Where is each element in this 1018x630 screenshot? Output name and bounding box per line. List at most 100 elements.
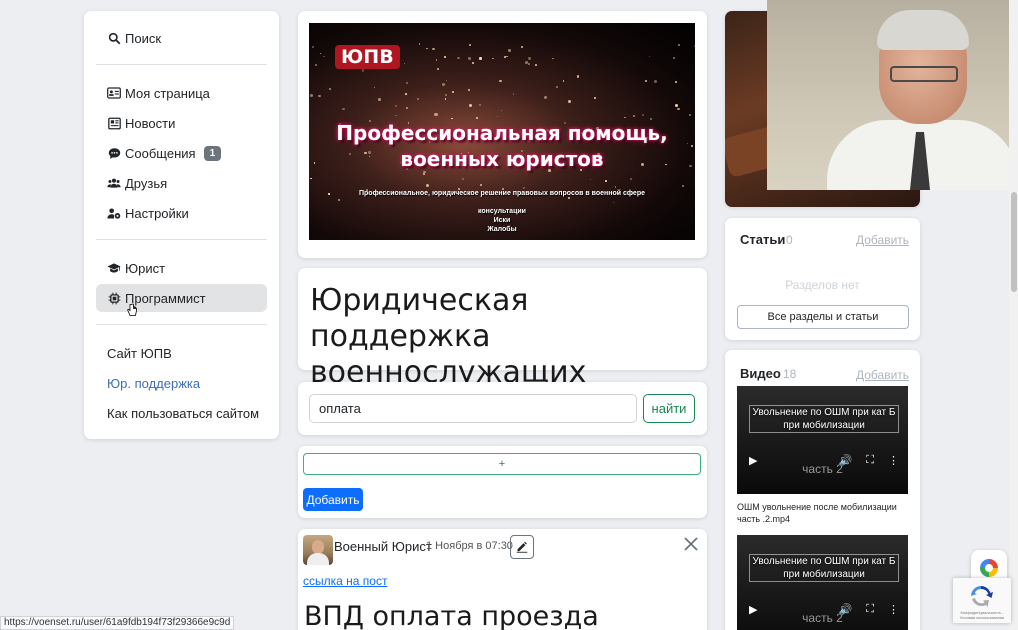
menu-item-friends[interactable]: Друзья — [96, 169, 267, 197]
banner-sparkle — [311, 45, 315, 49]
banner-sparkle — [309, 93, 313, 97]
menu-link-how-to[interactable]: Как пользоваться сайтом — [96, 399, 267, 427]
banner-sparkle — [552, 57, 555, 60]
recaptcha-badge[interactable]: Конфиденциальность - Условия использован… — [953, 578, 1011, 623]
banner-logo: ЮПВ — [335, 45, 400, 69]
menu-item-label: Программист — [125, 290, 206, 306]
video-player[interactable]: Увольнение по ОШМ при кат Б при мобилиза… — [737, 386, 908, 494]
add-field-button[interactable]: + — [303, 453, 701, 475]
search-input[interactable] — [309, 394, 637, 423]
banner-sparkle — [405, 81, 408, 84]
webcam-overlay — [767, 0, 1018, 190]
banner-sparkle — [444, 98, 446, 100]
banner-sparkle — [314, 63, 318, 67]
search-card: найти — [298, 382, 707, 435]
banner-sparkle — [594, 97, 597, 100]
menu-item-programmer[interactable]: Программист — [96, 284, 267, 312]
banner-sparkle — [361, 69, 365, 73]
id-card-icon — [107, 86, 121, 100]
banner-sparkle — [568, 100, 572, 104]
fullscreen-icon[interactable]: ⛶ — [866, 454, 874, 467]
banner-sparkle — [694, 45, 695, 47]
banner-sparkle — [479, 57, 482, 60]
fullscreen-icon[interactable]: ⛶ — [866, 603, 874, 616]
videos-add-link[interactable]: Добавить — [856, 368, 909, 382]
banner-sparkle — [318, 94, 321, 97]
chat-icon — [107, 146, 121, 160]
banner-sparkle — [426, 184, 430, 188]
videos-card: Видео 18 Добавить Увольнение по ОШМ при … — [725, 350, 920, 630]
articles-card: Статьи 0 Добавить Разделов нет Все разде… — [725, 218, 920, 340]
banner-sparkle — [426, 47, 428, 50]
banner-sparkle — [457, 56, 460, 60]
more-options-icon[interactable]: ⋮ — [888, 603, 899, 616]
menu-search[interactable]: Поиск — [96, 24, 267, 52]
play-icon[interactable]: ▶ — [749, 603, 757, 616]
scrollbar[interactable] — [1009, 0, 1018, 630]
banner-sparkle — [682, 184, 685, 187]
articles-add-link[interactable]: Добавить — [856, 233, 909, 247]
menu-item-settings[interactable]: Настройки — [96, 199, 267, 227]
banner-sparkle — [441, 82, 445, 86]
post-date: 1 Ноября в 07:30 — [426, 540, 513, 552]
video-controls: ▶ 🔊 ⛶ ⋮ — [749, 454, 899, 467]
users-icon — [107, 176, 121, 190]
more-options-icon[interactable]: ⋮ — [888, 454, 899, 467]
menu-item-news[interactable]: Новости — [96, 109, 267, 137]
banner-sparkle — [444, 55, 446, 58]
messages-badge: 1 — [203, 145, 222, 161]
menu-item-label: Сообщения — [125, 145, 196, 161]
banner-sparkle — [310, 177, 312, 180]
avatar[interactable] — [303, 535, 333, 565]
edit-button[interactable] — [510, 535, 534, 559]
banner-sparkle — [436, 67, 439, 70]
banner-sparkle — [395, 105, 398, 108]
post-author[interactable]: Военный Юрист — [334, 539, 432, 554]
banner-sparkle — [492, 57, 494, 60]
banner-sparkle — [555, 85, 559, 89]
banner-sparkle — [528, 56, 532, 60]
banner-sparkle — [467, 88, 470, 91]
banner-sparkle — [468, 56, 471, 60]
video-name[interactable]: ОШМ увольнение после мобилизации часть .… — [737, 501, 909, 525]
search-icon — [107, 31, 121, 45]
search-button[interactable]: найти — [643, 394, 695, 423]
all-articles-button[interactable]: Все разделы и статьи — [737, 305, 909, 329]
banner-sparkle — [507, 48, 511, 52]
banner-sparkle — [416, 98, 419, 101]
banner-sparkle — [590, 179, 592, 181]
play-icon[interactable]: ▶ — [749, 454, 757, 467]
newspaper-icon — [107, 116, 121, 130]
edit-icon — [516, 541, 528, 553]
recaptcha-text: Конфиденциальность - Условия использован… — [959, 610, 1005, 620]
hand-cursor-icon — [127, 303, 137, 316]
menu-link-site[interactable]: Сайт ЮПВ — [96, 339, 267, 367]
volume-icon[interactable]: 🔊 — [839, 454, 853, 467]
close-icon[interactable] — [683, 536, 699, 552]
banner-sparkle — [446, 79, 448, 81]
graduation-cap-icon — [107, 261, 121, 275]
menu-link-legal-support[interactable]: Юр. поддержка — [96, 369, 267, 397]
post-link[interactable]: ссылка на пост — [303, 574, 387, 588]
banner-sparkle — [434, 113, 438, 117]
banner-sparkle — [329, 87, 332, 90]
menu-item-my-page[interactable]: Моя страница — [96, 79, 267, 107]
menu-item-label: Моя страница — [125, 85, 210, 101]
menu-divider — [96, 239, 267, 240]
post-heading: ВПД оплата проезда — [304, 601, 599, 630]
menu-item-lawyer[interactable]: Юрист — [96, 254, 267, 282]
banner-sparkle — [468, 104, 472, 108]
banner-sparkle — [544, 96, 548, 100]
banner-sparkle — [319, 52, 322, 55]
banner-sparkle — [445, 94, 447, 96]
menu-item-messages[interactable]: Сообщения 1 — [96, 139, 267, 167]
video-controls: ▶ 🔊 ⛶ ⋮ — [749, 603, 899, 616]
banner-title: Профессиональная помощь, военных юристов — [336, 121, 668, 171]
add-button[interactable]: Добавить — [303, 488, 363, 511]
banner-sparkle — [497, 116, 499, 118]
left-menu: Поиск Моя страница Новости Сообщения 1 Д… — [84, 11, 279, 439]
scrollbar-thumb[interactable] — [1011, 192, 1017, 292]
articles-title: Статьи — [740, 232, 786, 247]
video-player[interactable]: Увольнение по ОШМ при кат Б при мобилиза… — [737, 535, 908, 630]
volume-icon[interactable]: 🔊 — [839, 603, 853, 616]
